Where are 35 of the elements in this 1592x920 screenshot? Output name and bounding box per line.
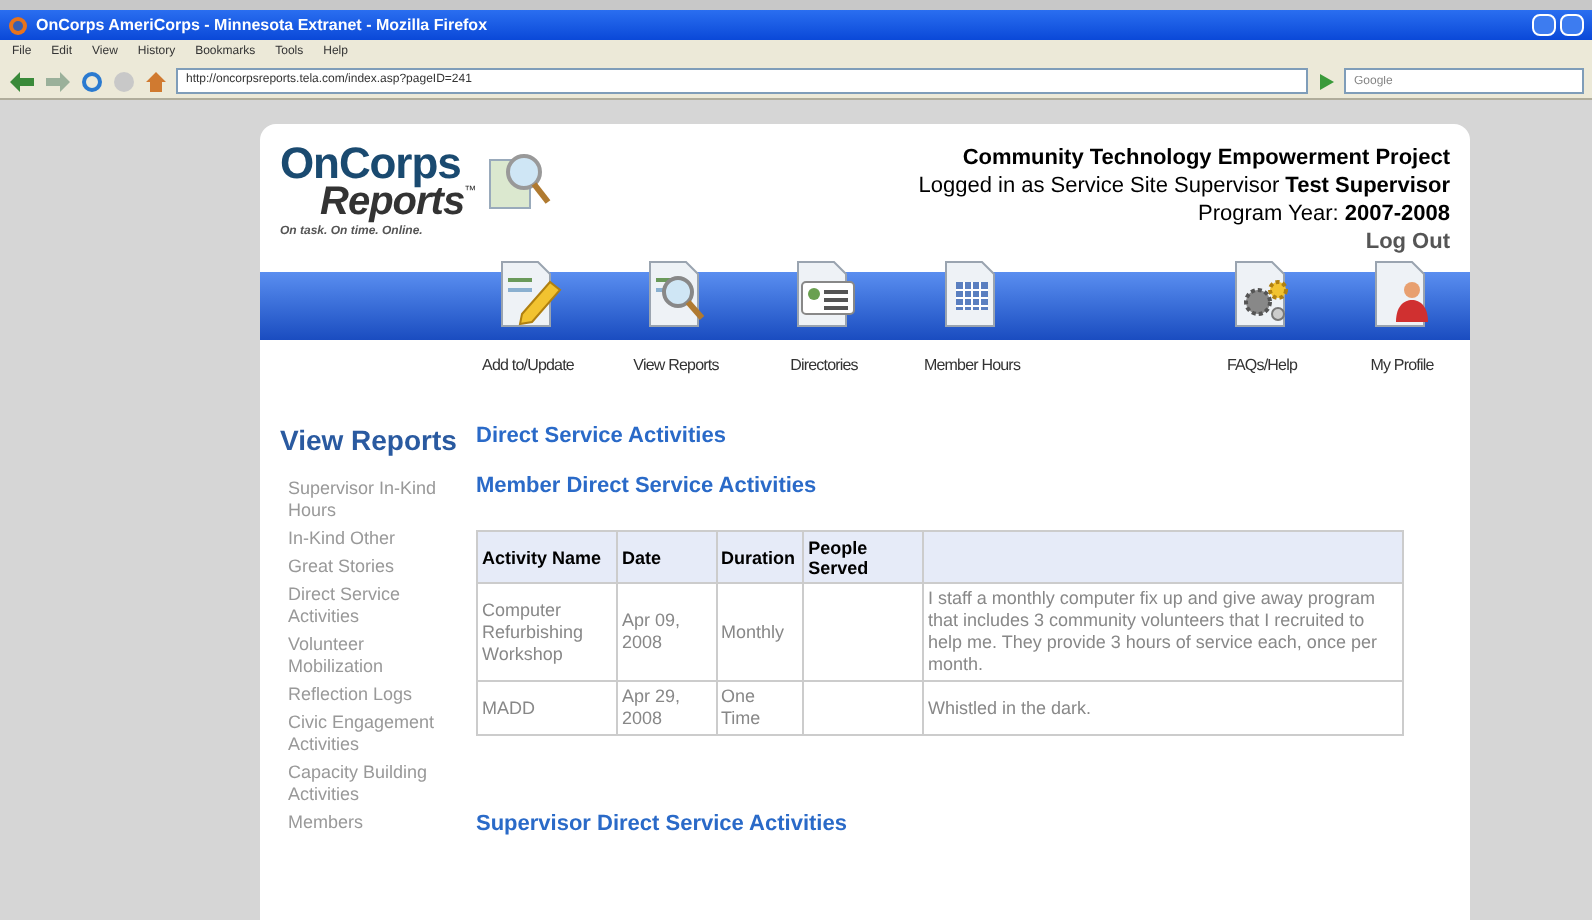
table-cell: One Time xyxy=(716,681,804,735)
sidebar-title: View Reports xyxy=(280,422,452,460)
table-cell xyxy=(803,681,923,735)
column-header: Duration xyxy=(716,531,804,583)
nav-link[interactable]: My Profile xyxy=(1370,354,1434,378)
column-header: Date xyxy=(617,531,717,583)
nav-link[interactable]: Member Hours xyxy=(923,354,1021,378)
browser-logo-icon xyxy=(8,15,28,35)
logo-text: OnCorps xyxy=(280,144,461,184)
page-title: Direct Service Activities xyxy=(476,422,728,452)
go-icon[interactable] xyxy=(1316,71,1336,91)
table-cell: Computer Refurbishing Workshop xyxy=(477,583,617,681)
back-icon[interactable] xyxy=(8,69,36,93)
column-header: People Served xyxy=(803,531,923,583)
logged-in-text: Logged in as Service Site Supervisor Test Supervisor xyxy=(918,172,1450,200)
table-cell: Apr 29, 2008 xyxy=(617,681,717,735)
nav-link[interactable]: FAQs/Help xyxy=(1226,354,1298,378)
section-heading: Supervisor Direct Service Activities xyxy=(476,810,849,840)
project-name: Community Technology Empowerment Project xyxy=(962,144,1450,172)
column-header: Activity Name xyxy=(477,531,617,583)
table-cell: Whistled in the dark. xyxy=(923,681,1403,735)
table-cell xyxy=(803,583,923,681)
table-cell: Monthly xyxy=(716,583,804,681)
table-cell: MADD xyxy=(477,681,617,735)
program-year: Program Year: 2007-2008 xyxy=(1198,200,1450,228)
home-icon[interactable] xyxy=(144,69,168,93)
nav-link[interactable]: View Reports xyxy=(633,354,719,378)
nav-link[interactable]: Directories xyxy=(790,354,858,378)
nav-link[interactable]: Add to/Update xyxy=(482,354,574,378)
logo-text: Reports xyxy=(320,184,465,220)
logout-link[interactable]: Log Out xyxy=(1365,228,1450,256)
table-cell: Apr 09, 2008 xyxy=(617,583,717,681)
table-cell: I staff a monthly computer fix up and give away program that includes 3 community volunteers that I recruited to help me. They provide 3 hours of service each, once per month. xyxy=(923,583,1403,681)
window-title: OnCorps AmeriCorps - Minnesota Extranet - Mozilla Firefox xyxy=(36,13,488,37)
section-heading: Member Direct Service Activities xyxy=(476,471,819,501)
